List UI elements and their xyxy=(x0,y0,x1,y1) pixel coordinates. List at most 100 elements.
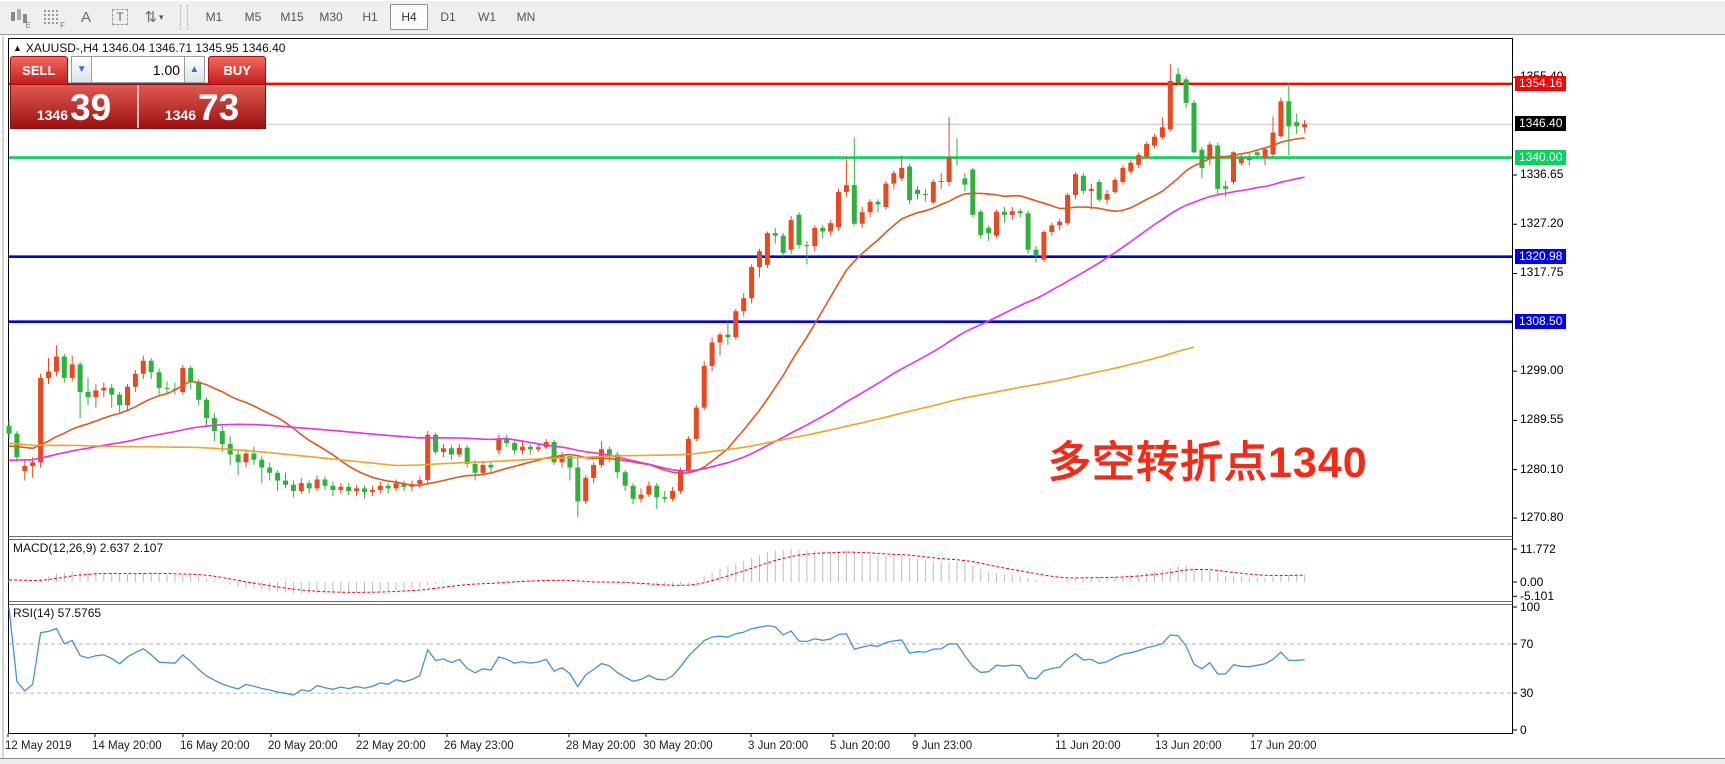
top-toolbar: EFAT⇅▾ M1M5M15M30H1H4D1W1MN xyxy=(0,0,1725,35)
timeframe-d1[interactable]: D1 xyxy=(429,4,467,30)
volume-increase-button[interactable]: ▲ xyxy=(184,56,205,83)
macd-tick-label: 11.772 xyxy=(1520,542,1556,556)
chart-annotation-text: 多空转折点1340 xyxy=(1048,428,1368,490)
candle-body xyxy=(46,372,51,378)
timeframe-h4[interactable]: H4 xyxy=(390,4,428,30)
timeframe-m5[interactable]: M5 xyxy=(234,4,272,30)
candle-body xyxy=(1002,212,1007,215)
candle-body xyxy=(1120,168,1125,182)
sell-button[interactable]: SELL xyxy=(10,56,68,85)
chart-window-icon[interactable]: E xyxy=(2,4,34,30)
candle-body xyxy=(939,181,944,182)
candle-body xyxy=(1223,186,1228,189)
buy-price[interactable]: 1346 73 xyxy=(139,85,265,128)
price-level-badge: 1346.40 xyxy=(1515,116,1566,131)
candle-body xyxy=(204,400,209,418)
candle-body xyxy=(307,483,312,488)
timeframe-mn[interactable]: MN xyxy=(507,4,545,30)
time-axis-label: 13 Jun 20:00 xyxy=(1155,740,1222,752)
candle-body xyxy=(1215,146,1220,189)
price-tick-label: 1289.55 xyxy=(1520,412,1563,426)
candle-body xyxy=(947,157,952,182)
macd-tick-label: 0.00 xyxy=(1520,575,1543,589)
time-axis-label: 14 May 20:00 xyxy=(92,740,162,752)
candle-body xyxy=(868,202,873,212)
candle-body xyxy=(1168,81,1173,129)
candle-body xyxy=(654,486,659,497)
timeframe-m1[interactable]: M1 xyxy=(195,4,233,30)
candle-body xyxy=(1049,225,1054,232)
candle-body xyxy=(1113,180,1118,192)
candle-body xyxy=(994,212,999,236)
timeframe-m30[interactable]: M30 xyxy=(312,4,350,30)
candle-body xyxy=(639,495,644,499)
sell-price-main: 1346 xyxy=(37,105,68,125)
candle-body xyxy=(915,190,920,194)
candle-body xyxy=(820,228,825,232)
buy-button[interactable]: BUY xyxy=(208,56,266,85)
text-label-icon[interactable]: A xyxy=(70,4,102,30)
candle-body xyxy=(844,185,849,192)
timeframe-m15[interactable]: M15 xyxy=(273,4,311,30)
candle-body xyxy=(323,480,328,486)
candle-body xyxy=(662,497,667,499)
candle-body xyxy=(394,483,399,488)
candle-body xyxy=(1286,101,1291,126)
time-axis-label: 11 Jun 20:00 xyxy=(1055,740,1121,752)
candle-body xyxy=(149,361,154,372)
candle-body xyxy=(962,178,967,184)
candle-body xyxy=(465,448,470,464)
candle-body xyxy=(694,408,699,439)
candle-body xyxy=(275,473,280,481)
timeframe-toolbar: M1M5M15M30H1H4D1W1MN xyxy=(194,4,545,30)
candle-body xyxy=(923,194,928,195)
timeframe-h1[interactable]: H1 xyxy=(351,4,389,30)
price-tick-label: 1317.75 xyxy=(1520,265,1563,279)
rsi-tick-label: 0 xyxy=(1520,723,1527,737)
candle-body xyxy=(970,170,975,215)
timeframe-w1[interactable]: W1 xyxy=(468,4,506,30)
price-level-badge: 1320.98 xyxy=(1515,249,1566,264)
volume-input[interactable] xyxy=(92,57,184,82)
rsi-label: RSI(14) 57.5765 xyxy=(13,606,101,620)
chart-symbol-label: ▲XAUUSD-,H4 1346.04 1346.71 1345.95 1346… xyxy=(13,41,285,55)
candle-body xyxy=(22,466,27,471)
candle-body xyxy=(441,448,446,452)
candle-body xyxy=(283,481,288,485)
candle-body xyxy=(1041,232,1046,260)
next-window-edge xyxy=(0,758,1725,764)
price-tick-label: 1280.10 xyxy=(1520,462,1563,476)
candle-body xyxy=(38,378,43,462)
candle-body xyxy=(86,392,91,397)
grid-icon[interactable]: F xyxy=(36,4,68,30)
price-tick-label: 1299.00 xyxy=(1520,363,1563,377)
collapse-triangle-icon: ▲ xyxy=(13,43,22,53)
candle-body xyxy=(631,486,636,499)
rsi-tick-label: 100 xyxy=(1520,600,1540,614)
volume-decrease-button[interactable]: ▼ xyxy=(71,56,92,83)
candle-body xyxy=(1105,194,1110,200)
candle-body xyxy=(54,357,59,372)
candle-body xyxy=(330,486,335,490)
candle-body xyxy=(236,455,241,463)
candle-body xyxy=(1057,222,1062,226)
text-box-icon[interactable]: T xyxy=(104,4,136,30)
candle-body xyxy=(512,443,517,450)
candle-body xyxy=(804,245,809,246)
candle-body xyxy=(417,480,422,484)
time-axis-label: 26 May 23:00 xyxy=(444,740,514,752)
candle-body xyxy=(315,480,320,489)
candle-body xyxy=(789,220,794,250)
price-tick-label: 1327.20 xyxy=(1520,216,1563,230)
candle-body xyxy=(1239,159,1244,164)
candle-body xyxy=(1081,176,1086,191)
candle-body xyxy=(425,435,430,480)
time-axis-label: 22 May 20:00 xyxy=(356,740,426,752)
candle-body xyxy=(607,449,612,454)
candle-body xyxy=(291,485,296,491)
candle-body xyxy=(733,311,738,337)
arrows-dropdown-icon[interactable]: ⇅▾ xyxy=(138,4,170,30)
sell-price[interactable]: 1346 39 xyxy=(11,85,137,128)
candle-body xyxy=(536,447,541,449)
candle-body xyxy=(70,364,75,378)
